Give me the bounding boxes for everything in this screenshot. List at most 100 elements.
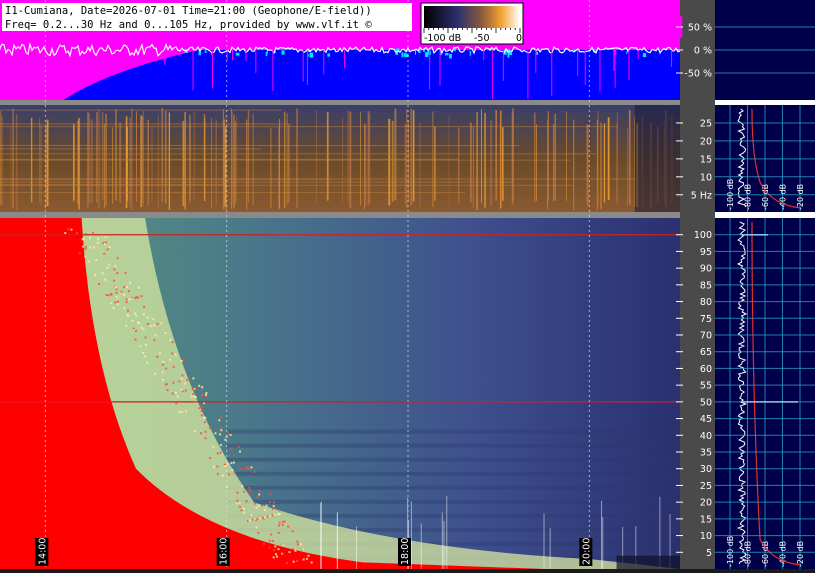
- efield-speckle: [204, 430, 207, 433]
- efield-speckle: [114, 285, 117, 288]
- efield-speckle: [200, 414, 203, 417]
- efield-speckle: [219, 427, 222, 430]
- amplitude-cyan-burst: [309, 52, 314, 58]
- amplitude-cyan-burst: [401, 52, 404, 58]
- efield-speckle: [174, 391, 177, 394]
- efield-axis-tick-label: 75: [700, 314, 712, 325]
- efield-speckle: [219, 444, 222, 447]
- efield-speckle: [205, 395, 208, 398]
- efield-speckle: [250, 514, 253, 517]
- amplitude-spike: [619, 13, 623, 48]
- efield-speckle: [172, 381, 175, 384]
- efield-speckle: [149, 325, 152, 328]
- efield-speckle: [278, 512, 281, 515]
- efield-speckle: [84, 255, 87, 258]
- efield-speckle: [112, 306, 115, 309]
- efield-speckle: [271, 539, 274, 542]
- efield-speckle: [188, 378, 191, 381]
- panel-divider-bottom: [0, 212, 680, 218]
- amplitude-spike: [670, 15, 674, 50]
- efield-speckle: [236, 499, 239, 502]
- efield-speckle: [180, 388, 183, 391]
- efield-speckle: [127, 314, 130, 317]
- efield-speckle: [134, 312, 137, 315]
- amplitude-spike: [667, 18, 671, 46]
- efield-speckle: [243, 490, 246, 493]
- efield-speckle: [271, 507, 274, 510]
- amplitude-cyan-burst: [327, 53, 331, 57]
- efield-speckle: [248, 468, 251, 471]
- efield-speckle: [208, 426, 211, 429]
- efield-speckle: [140, 295, 143, 298]
- efield-speckle: [285, 562, 288, 565]
- efield-speckle: [194, 387, 197, 390]
- efield-speckle: [116, 257, 119, 260]
- efield-speckle: [219, 433, 222, 436]
- efield-dark-bottom: [616, 555, 680, 569]
- efield-speckle: [253, 502, 256, 505]
- efield-speckle: [273, 514, 276, 517]
- efield-speckle: [106, 266, 109, 269]
- efield-speckle: [125, 298, 128, 301]
- efield-speckle: [134, 338, 137, 341]
- efield-speckle: [263, 516, 266, 519]
- efield-speckle: [144, 336, 147, 339]
- efield-speckle: [92, 231, 95, 234]
- efield-speckle: [124, 271, 127, 274]
- efield-speckle: [106, 248, 109, 251]
- geophone-axis-tick-label: 25: [700, 118, 712, 129]
- amplitude-spike: [625, 14, 629, 42]
- spectrogram-svg: -100 dB -80 dB -60 dB -40 dB -20 dB-100 dB -8…: [0, 0, 815, 569]
- efield-speckle: [87, 260, 90, 263]
- efield-speckle: [131, 319, 134, 322]
- efield-speckle: [240, 509, 243, 512]
- efield-speckle: [161, 378, 164, 381]
- efield-spectrum-db-label: -100 dB: [726, 536, 735, 567]
- efield-speckle: [142, 351, 145, 354]
- efield-speckle: [78, 252, 81, 255]
- efield-speckle: [152, 324, 155, 327]
- efield-speckle: [256, 496, 259, 499]
- efield-speckle: [135, 315, 138, 318]
- efield-speckle: [291, 530, 294, 533]
- amplitude-axis-tick-label: -50 %: [684, 69, 712, 80]
- efield-speckle: [180, 377, 183, 380]
- efield-speckle: [127, 290, 130, 293]
- efield-speckle: [113, 279, 116, 282]
- amplitude-spike: [649, 14, 653, 37]
- efield-speckle: [140, 326, 143, 329]
- amplitude-spike: [598, 12, 602, 40]
- efield-axis-tick-label: 25: [700, 481, 712, 492]
- efield-speckle: [272, 549, 275, 552]
- efield-speckle: [296, 540, 299, 543]
- efield-speckle: [115, 295, 118, 298]
- efield-speckle: [107, 294, 110, 297]
- efield-speckle: [200, 432, 203, 435]
- amplitude-spike: [604, 13, 608, 41]
- efield-speckle: [152, 318, 155, 321]
- efield-speckle: [302, 558, 305, 561]
- efield-speckle: [249, 492, 252, 495]
- efield-speckle: [172, 365, 175, 368]
- efield-axis-tick-label: 10: [700, 531, 712, 542]
- efield-speckle: [165, 367, 168, 370]
- amplitude-cyan-burst: [265, 51, 268, 57]
- efield-speckle: [108, 245, 111, 248]
- efield-speckle: [116, 303, 119, 306]
- efield-speckle: [183, 382, 186, 385]
- efield-speckle: [76, 232, 79, 235]
- efield-speckle: [114, 301, 117, 304]
- efield-speckle: [116, 272, 119, 275]
- efield-speckle: [281, 523, 284, 526]
- efield-axis-tick-label: 5: [706, 548, 712, 559]
- chart-title: I1-Cumiana, Date=2026-07-01 Time=21:00 (…: [5, 5, 372, 17]
- efield-speckle: [184, 358, 187, 361]
- efield-speckle: [230, 462, 233, 465]
- efield-speckle: [272, 556, 275, 559]
- efield-speckle: [230, 447, 233, 450]
- efield-speckle: [200, 409, 203, 412]
- efield-speckle: [146, 361, 149, 364]
- efield-speckle: [241, 485, 244, 488]
- efield-speckle: [192, 377, 195, 380]
- efield-speckle: [156, 355, 159, 358]
